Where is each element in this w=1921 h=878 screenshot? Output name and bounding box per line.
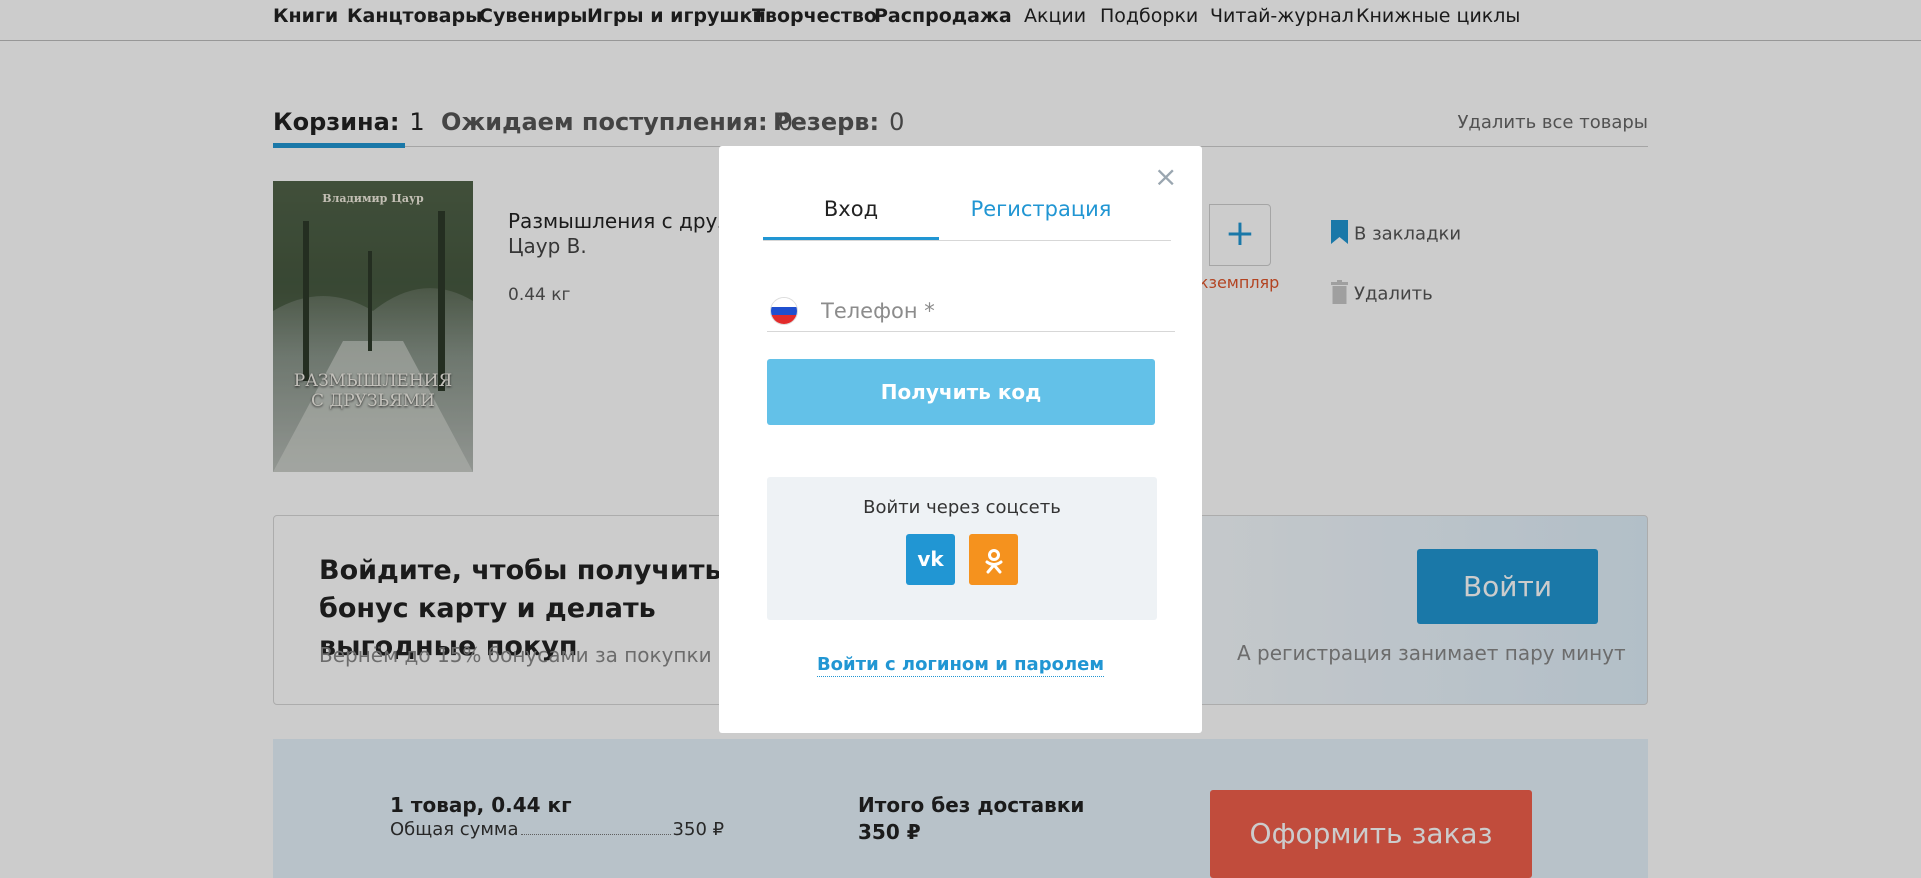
tab-login[interactable]: Вход (763, 197, 939, 221)
vk-login-button[interactable]: vk (906, 534, 955, 585)
ok-login-button[interactable] (969, 534, 1018, 585)
odnoklassniki-icon (984, 547, 1004, 573)
get-code-button[interactable]: Получить код (767, 359, 1155, 425)
vk-icon: vk (917, 547, 944, 571)
cart-page: Книги Канцтовары Сувениры Игры и игрушки… (0, 0, 1921, 878)
social-login-title: Войти через соцсеть (863, 497, 1061, 518)
modal-tabs: Вход Регистрация (763, 197, 1171, 241)
social-login-block: Войти через соцсеть vk (767, 477, 1157, 620)
modal-tab-indicator (763, 237, 939, 240)
login-password-wrap: Войти с логином и паролем (719, 654, 1202, 677)
login-modal: × Вход Регистрация Получить код Войти че… (719, 146, 1202, 733)
russia-flag-icon[interactable] (770, 297, 798, 325)
phone-field (767, 294, 1175, 332)
phone-input[interactable] (821, 294, 1161, 328)
login-with-password-link[interactable]: Войти с логином и паролем (816, 654, 1105, 677)
tab-register[interactable]: Регистрация (953, 197, 1129, 221)
close-icon[interactable]: × (1154, 163, 1177, 191)
